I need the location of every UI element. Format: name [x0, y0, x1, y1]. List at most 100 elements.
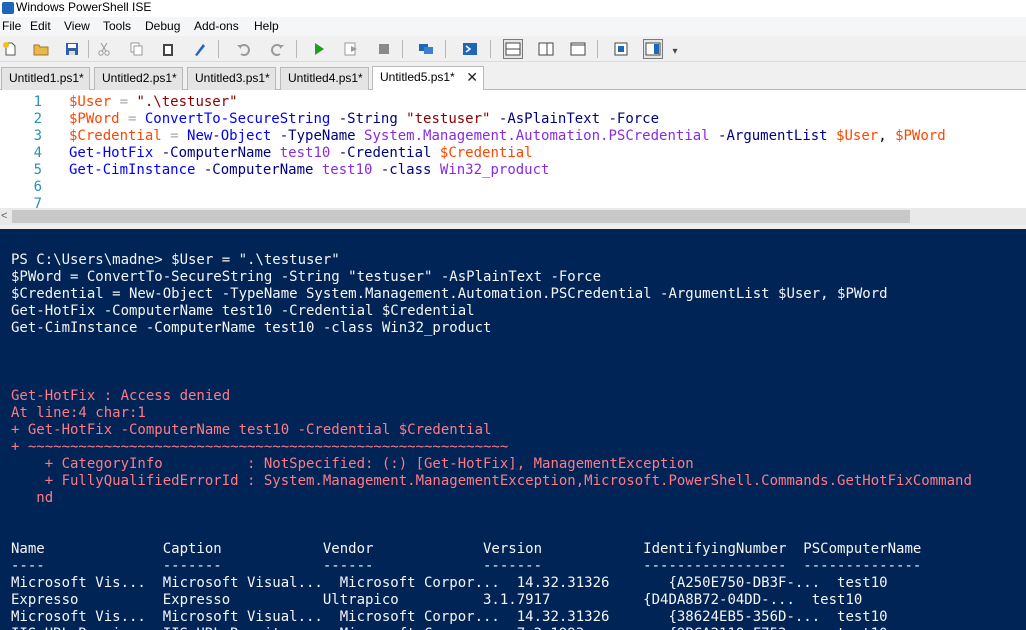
new-remote-tab-icon[interactable] — [416, 39, 436, 59]
console-line: PS C:\Users\madne> $User = ".\testuser" — [11, 252, 340, 268]
undo-icon[interactable] — [234, 39, 254, 59]
code-token: ConvertTo-SecureString — [144, 111, 331, 127]
toolbar-overflow-icon[interactable]: ▾ — [670, 45, 680, 57]
code-token: test10 — [321, 162, 373, 178]
editor-horizontal-scrollbar[interactable]: < — [0, 208, 1026, 225]
clear-console-icon[interactable] — [190, 39, 210, 59]
tab-label: Untitled2.ps1* — [102, 71, 177, 85]
code-line: $User = ".\testuser" — [69, 94, 238, 111]
console-error-line: nd — [11, 490, 54, 506]
script-editor[interactable]: 1234567 $User = ".\testuser" $PWord = Con… — [0, 90, 1026, 208]
code-token: $PWord — [895, 128, 946, 144]
menu-view[interactable]: View — [64, 19, 90, 34]
toolbar-separator — [597, 40, 598, 58]
close-icon[interactable]: ✕ — [466, 67, 478, 88]
code-token: , — [878, 128, 896, 144]
tab-untitled3[interactable]: Untitled3.ps1* — [187, 67, 276, 90]
code-token: = — [161, 128, 188, 144]
scroll-left-icon[interactable]: < — [1, 209, 7, 224]
toolbar-separator — [402, 40, 403, 58]
console-error-line: + CategoryInfo : NotSpecified: (:) [Get-… — [11, 456, 694, 472]
menu-debug[interactable]: Debug — [145, 19, 180, 34]
code-token: $User — [836, 128, 879, 144]
code-token: -TypeName — [271, 128, 365, 144]
menu-edit[interactable]: Edit — [30, 19, 51, 34]
code-token: test10 — [279, 145, 331, 161]
save-icon[interactable] — [62, 39, 82, 59]
console-line: Microsoft Vis... Microsoft Visual... Mic… — [11, 609, 888, 625]
code-token: Get-CimInstance — [69, 162, 196, 178]
console-pane[interactable]: PS C:\Users\madne> $User = ".\testuser" $… — [0, 229, 1026, 630]
line-number: 6 — [33, 179, 42, 195]
code-line: Get-CimInstance -ComputerName test10 -cl… — [69, 162, 549, 179]
stop-icon[interactable] — [374, 39, 394, 59]
console-line: $PWord = ConvertTo-SecureString -String … — [11, 269, 602, 285]
tab-untitled4[interactable]: Untitled4.ps1* — [280, 67, 369, 90]
line-number: 3 — [33, 128, 42, 144]
redo-icon[interactable] — [267, 39, 287, 59]
menu-bar: File Edit View Tools Debug Add-ons Help — [0, 17, 1026, 36]
console-line: Microsoft Vis... Microsoft Visual... Mic… — [11, 575, 888, 591]
show-script-right-icon[interactable] — [536, 39, 556, 59]
code-token: New-Object — [187, 128, 272, 144]
line-number: 7 — [33, 196, 42, 208]
scrollbar-thumb[interactable] — [12, 210, 910, 223]
console-error-line: + ~~~~~~~~~~~~~~~~~~~~~~~~~~~~~~~~~~~~~~… — [11, 439, 509, 455]
code-token: -class — [372, 162, 440, 178]
line-number: 2 — [33, 111, 42, 127]
code-token: $PWord — [69, 111, 120, 127]
console-line: Expresso Expresso Ultrapico 3.1.7917 {D4… — [11, 592, 863, 608]
console-line: $Credential = New-Object -TypeName Syste… — [11, 286, 888, 302]
run-script-icon[interactable] — [309, 39, 329, 59]
code-token: -AsPlainText -Force — [490, 111, 660, 127]
toolbar-separator — [88, 40, 89, 58]
menu-tools[interactable]: Tools — [103, 19, 131, 34]
tab-label: Untitled5.ps1* — [380, 70, 455, 84]
code-line: Get-HotFix -ComputerName test10 -Credent… — [69, 145, 533, 162]
menu-add-ons[interactable]: Add-ons — [194, 19, 239, 34]
cut-icon[interactable] — [94, 39, 114, 59]
code-token: ".\testuser" — [136, 94, 238, 110]
start-powershell-icon[interactable] — [460, 39, 480, 59]
show-command-addon-icon[interactable] — [643, 39, 663, 59]
show-script-pane-icon[interactable] — [611, 39, 631, 59]
code-token: $User — [69, 94, 112, 110]
line-number: 4 — [33, 145, 42, 161]
open-folder-icon[interactable] — [31, 39, 51, 59]
copy-icon[interactable] — [126, 39, 146, 59]
new-file-icon[interactable] — [0, 39, 20, 59]
code-token: -ComputerName — [153, 145, 280, 161]
tab-label: Untitled4.ps1* — [288, 71, 363, 85]
tab-untitled2[interactable]: Untitled2.ps1* — [94, 67, 183, 90]
line-number: 1 — [33, 94, 42, 110]
console-line: Get-HotFix -ComputerName test10 -Credent… — [11, 303, 475, 319]
script-tab-strip: Untitled1.ps1* Untitled2.ps1* Untitled3.… — [0, 62, 1026, 91]
code-line: $Credential = New-Object -TypeName Syste… — [69, 128, 946, 145]
console-line: Name Caption Vendor Version IdentifyingN… — [11, 541, 922, 557]
code-token: -ArgumentList — [709, 128, 837, 144]
tab-untitled5[interactable]: Untitled5.ps1* ✕ — [372, 66, 484, 91]
code-token: $Credential — [69, 128, 162, 144]
powershell-app-icon — [2, 2, 14, 14]
tab-untitled1[interactable]: Untitled1.ps1* — [1, 67, 90, 90]
title-bar: Windows PowerShell ISE — [0, 0, 1026, 17]
code-token: Get-HotFix — [69, 145, 154, 161]
paste-icon[interactable] — [158, 39, 178, 59]
tab-label: Untitled1.ps1* — [9, 71, 84, 85]
code-token: $Credential — [439, 145, 533, 161]
code-token: -Credential — [330, 145, 440, 161]
code-token: Win32_product — [439, 162, 550, 178]
code-token: System.Management.Automation.PSCredentia… — [364, 128, 710, 144]
show-script-maximized-icon[interactable] — [568, 39, 588, 59]
menu-help[interactable]: Help — [254, 19, 279, 34]
toolbar-separator — [296, 40, 297, 58]
code-token: "testuser" — [406, 111, 491, 127]
show-script-top-icon[interactable] — [503, 39, 523, 59]
menu-file[interactable]: File — [2, 19, 21, 34]
window-title: Windows PowerShell ISE — [16, 0, 152, 14]
console-error-line: + Get-HotFix -ComputerName test10 -Crede… — [11, 422, 492, 438]
console-line: IIS URL Rewri... IIS URL Rewrite ... Mic… — [11, 626, 888, 630]
code-line: $PWord = ConvertTo-SecureString -String … — [69, 111, 659, 128]
run-selection-icon[interactable] — [341, 39, 361, 59]
tab-label: Untitled3.ps1* — [195, 71, 270, 85]
